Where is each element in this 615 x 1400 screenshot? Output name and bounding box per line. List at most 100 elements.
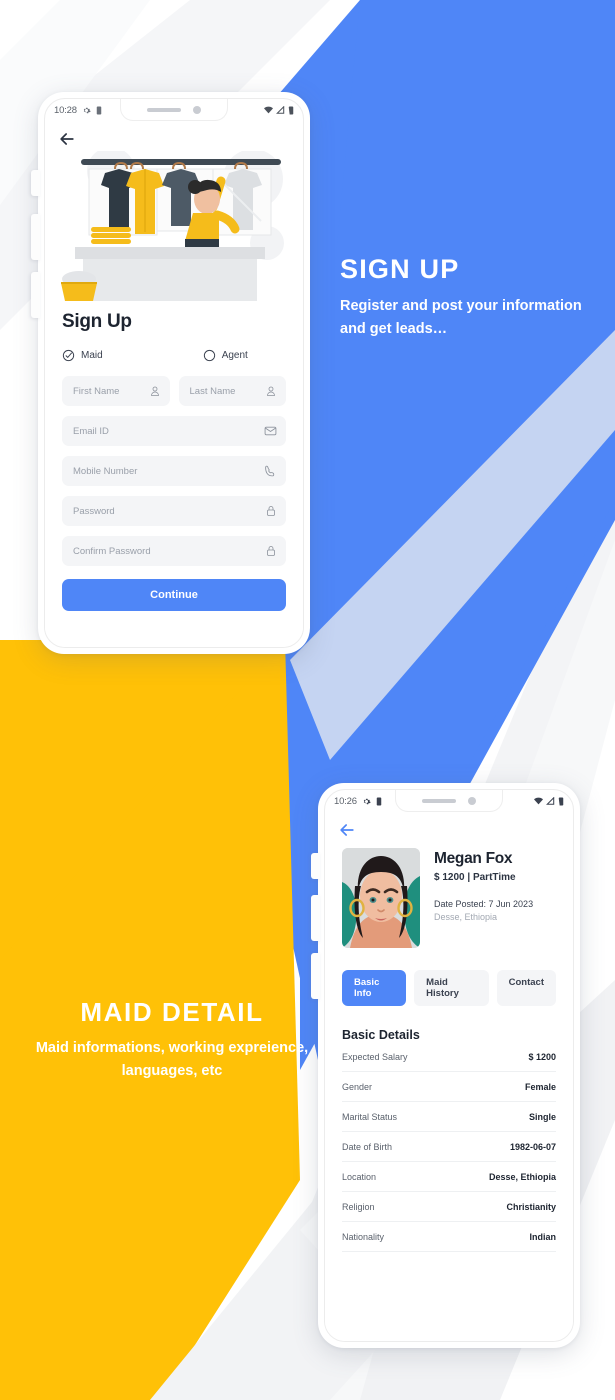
detail-key: Gender — [342, 1082, 373, 1092]
promo-signup: SIGN UP Register and post your informati… — [340, 252, 590, 341]
wifi-icon — [264, 106, 273, 114]
promo-signup-title: SIGN UP — [340, 254, 460, 284]
wifi-icon — [534, 797, 543, 805]
speaker-grille-icon — [147, 107, 181, 112]
user-icon — [267, 386, 275, 396]
detail-value: Female — [524, 1082, 556, 1092]
tab-contact[interactable]: Contact — [496, 970, 556, 1006]
mobile-number-placeholder: Mobile Number — [73, 465, 138, 477]
profile-header: Megan Fox $ 1200 | PartTime Date Posted:… — [342, 848, 556, 948]
last-name-placeholder: Last Name — [189, 385, 236, 397]
phone-signup: 10:28 Sign Up Maid Agent First Name Last… — [31, 92, 310, 654]
gear-icon — [363, 798, 371, 804]
password-field[interactable]: Password — [62, 496, 286, 526]
lock-icon — [267, 546, 275, 556]
email-field[interactable]: Email ID — [62, 416, 286, 446]
role-option-maid-label: Maid — [81, 350, 103, 361]
phone-icon — [265, 465, 275, 477]
maid-salary-type: $ 1200 | PartTime — [434, 872, 516, 883]
battery-icon — [558, 796, 564, 806]
maid-location: Desse, Ethiopia — [434, 912, 498, 922]
front-camera-icon — [193, 105, 201, 114]
detail-key: Marital Status — [342, 1112, 398, 1122]
promo-signup-subtitle: Register and post your information and g… — [340, 298, 582, 337]
role-selector: Maid Agent — [62, 349, 286, 362]
signal-icon — [546, 797, 555, 805]
confirm-password-placeholder: Confirm Password — [73, 545, 151, 557]
phone1-side-button-3[interactable] — [31, 272, 40, 318]
detail-value: Single — [528, 1112, 556, 1122]
phone1-side-button-2[interactable] — [31, 214, 40, 260]
email-placeholder: Email ID — [73, 425, 109, 437]
mobile-number-field[interactable]: Mobile Number — [62, 456, 286, 486]
empty-circle-icon — [203, 349, 215, 362]
detail-value: Christianity — [506, 1202, 556, 1212]
detail-key: Religion — [342, 1202, 375, 1212]
phone1-side-button-1[interactable] — [31, 170, 40, 196]
check-circle-icon — [62, 349, 75, 362]
first-name-field[interactable]: First Name — [62, 376, 170, 406]
promo-maid-title: MAID DETAIL — [80, 997, 264, 1027]
phone2-side-button-2[interactable] — [311, 895, 320, 941]
speaker-grille-icon — [422, 798, 456, 803]
page-title: Sign Up — [62, 311, 132, 332]
table-row: Religion Christianity — [342, 1192, 556, 1222]
promo-maid-subtitle: Maid informations, working expreience, l… — [35, 1040, 309, 1079]
phone2-side-button-3[interactable] — [311, 953, 320, 999]
role-option-agent-label: Agent — [221, 350, 248, 361]
table-row: Expected Salary $ 1200 — [342, 1042, 556, 1072]
role-option-agent[interactable]: Agent — [203, 349, 248, 362]
user-icon — [150, 386, 159, 396]
tab-maid-history[interactable]: Maid History — [414, 970, 489, 1006]
detail-key: Date of Birth — [342, 1142, 393, 1152]
detail-value: Indian — [529, 1232, 557, 1242]
envelope-icon — [264, 426, 277, 436]
phone-maid-detail: 10:26 Megan Fox $ 1200 | PartTime Date P… — [311, 783, 580, 1348]
avatar — [342, 848, 420, 948]
battery-icon — [376, 796, 382, 806]
phone1-screen: Sign Up Maid Agent First Name Last Name … — [45, 121, 303, 647]
table-row: Marital Status Single — [342, 1102, 556, 1132]
battery-icon — [288, 105, 294, 115]
section-title: Basic Details — [342, 1028, 420, 1042]
promo-maid-detail: MAID DETAIL Maid informations, working e… — [22, 996, 322, 1083]
gear-icon — [83, 107, 91, 113]
detail-value: Desse, Ethiopia — [488, 1172, 556, 1182]
profile-meta: Megan Fox $ 1200 | PartTime Date Posted:… — [434, 848, 533, 948]
signal-icon — [276, 106, 285, 114]
detail-key: Nationality — [342, 1232, 385, 1242]
continue-button[interactable]: Continue — [62, 579, 286, 611]
detail-tabs: Basic Info Maid History Contact — [342, 970, 556, 1006]
phone2-notch — [395, 790, 503, 812]
table-row: Nationality Indian — [342, 1222, 556, 1252]
laundry-illustration — [45, 147, 303, 301]
last-name-field[interactable]: Last Name — [178, 376, 286, 406]
tab-basic-info[interactable]: Basic Info — [342, 970, 407, 1006]
role-option-maid[interactable]: Maid — [62, 349, 103, 362]
date-posted: Date Posted: 7 Jun 2023 — [434, 899, 534, 909]
password-placeholder: Password — [73, 505, 115, 517]
maid-name: Megan Fox — [434, 850, 513, 867]
phone2-screen: Megan Fox $ 1200 | PartTime Date Posted:… — [325, 812, 573, 1341]
phone2-side-button-1[interactable] — [311, 853, 320, 879]
first-name-placeholder: First Name — [73, 385, 120, 397]
table-row: Location Desse, Ethiopia — [342, 1162, 556, 1192]
maid-detail-content: Megan Fox $ 1200 | PartTime Date Posted:… — [325, 848, 573, 1341]
back-arrow-icon[interactable] — [57, 129, 77, 149]
front-camera-icon — [468, 796, 476, 805]
detail-key: Location — [342, 1172, 377, 1182]
table-row: Date of Birth 1982-06-07 — [342, 1132, 556, 1162]
phone1-notch — [120, 99, 228, 121]
status-time: 10:26 — [334, 795, 357, 807]
lock-icon — [267, 506, 275, 516]
signup-form: Sign Up Maid Agent First Name Last Name … — [45, 311, 303, 647]
detail-value: 1982-06-07 — [509, 1142, 556, 1152]
table-row: Gender Female — [342, 1072, 556, 1102]
detail-value: $ 1200 — [528, 1052, 556, 1062]
battery-icon — [96, 105, 102, 115]
back-arrow-icon[interactable] — [337, 820, 357, 840]
confirm-password-field[interactable]: Confirm Password — [62, 536, 286, 566]
name-field-row: First Name Last Name — [62, 376, 286, 406]
detail-key: Expected Salary — [342, 1052, 408, 1062]
status-time: 10:28 — [54, 104, 77, 116]
